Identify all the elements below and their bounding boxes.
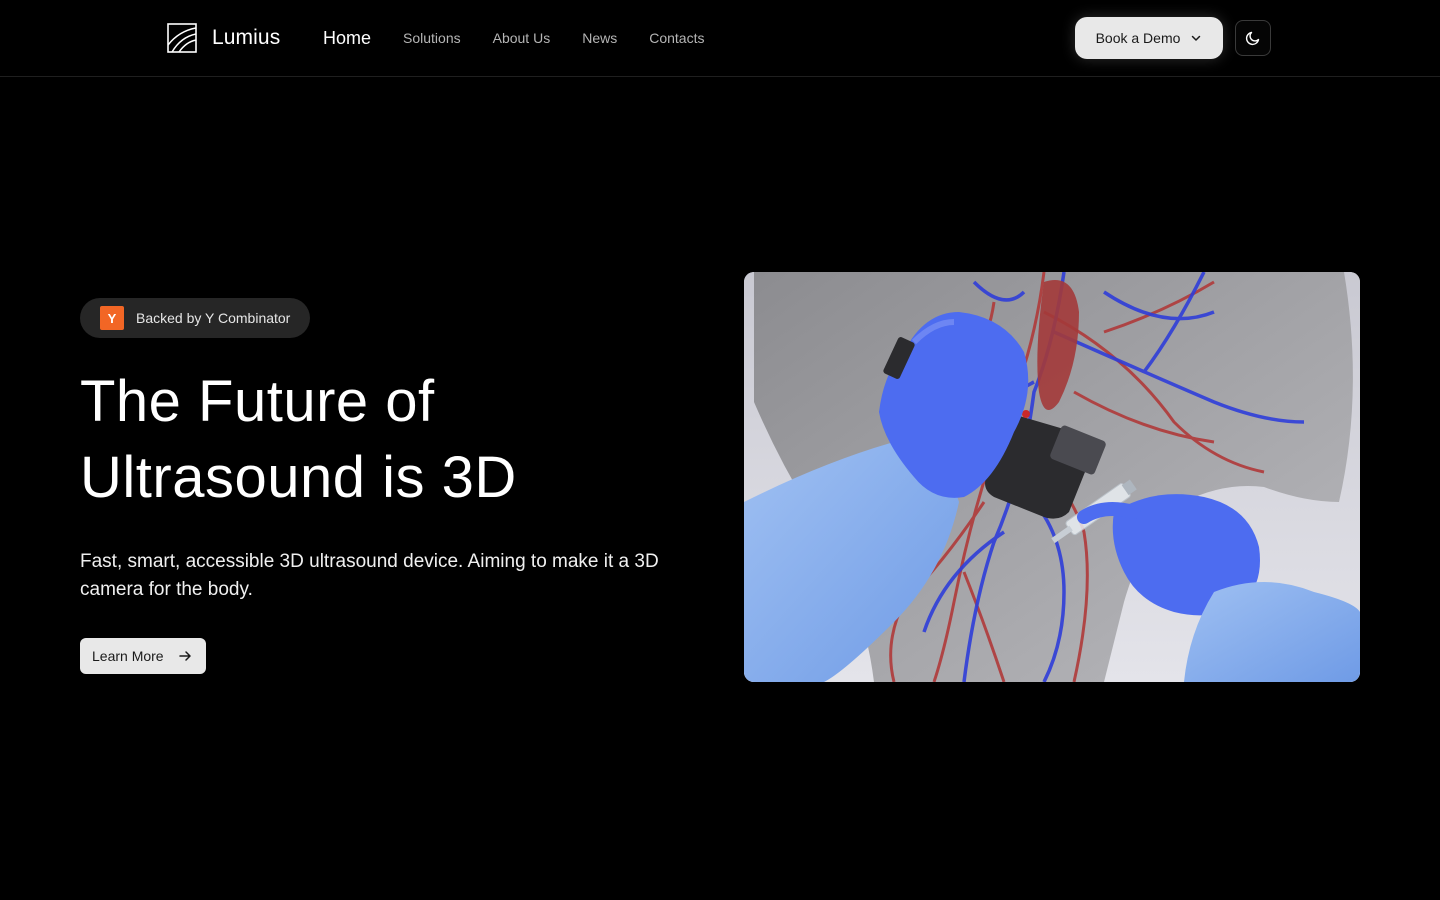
moon-icon [1245, 31, 1260, 46]
hero-title-line-1: The Future of [80, 369, 435, 434]
theme-toggle-button[interactable] [1235, 20, 1271, 56]
learn-more-button[interactable]: Learn More [80, 638, 206, 674]
y-combinator-logo-icon: Y [100, 306, 124, 330]
book-demo-button[interactable]: Book a Demo [1075, 17, 1223, 59]
hero-content: Y Backed by Y Combinator The Future of U… [80, 298, 700, 674]
site-header: Lumius Home Solutions About Us News Cont… [0, 0, 1440, 77]
hero-title-line-2: Ultrasound is 3D [80, 445, 517, 510]
chevron-down-icon [1192, 35, 1201, 41]
nav-item-news[interactable]: News [582, 30, 617, 46]
hero-ultrasound-image [744, 272, 1360, 682]
lumius-logo-icon [167, 23, 197, 53]
badge-text: Backed by Y Combinator [136, 310, 291, 326]
brand-logo[interactable]: Lumius [167, 23, 280, 53]
nav-item-solutions[interactable]: Solutions [403, 30, 461, 46]
nav-item-contacts[interactable]: Contacts [649, 30, 704, 46]
learn-more-label: Learn More [92, 648, 164, 664]
yc-badge: Y Backed by Y Combinator [80, 298, 311, 338]
book-demo-label: Book a Demo [1095, 30, 1181, 46]
nav-item-home[interactable]: Home [323, 28, 371, 49]
main-nav: Home Solutions About Us News Contacts [323, 26, 736, 50]
hero-subtitle: Fast, smart, accessible 3D ultrasound de… [80, 551, 659, 600]
nav-item-about-us[interactable]: About Us [493, 30, 551, 46]
arrow-right-icon [178, 651, 191, 661]
ultrasound-illustration [744, 272, 1360, 682]
brand-name: Lumius [212, 26, 281, 49]
hero-title: The Future of Ultrasound is 3D [80, 364, 700, 516]
